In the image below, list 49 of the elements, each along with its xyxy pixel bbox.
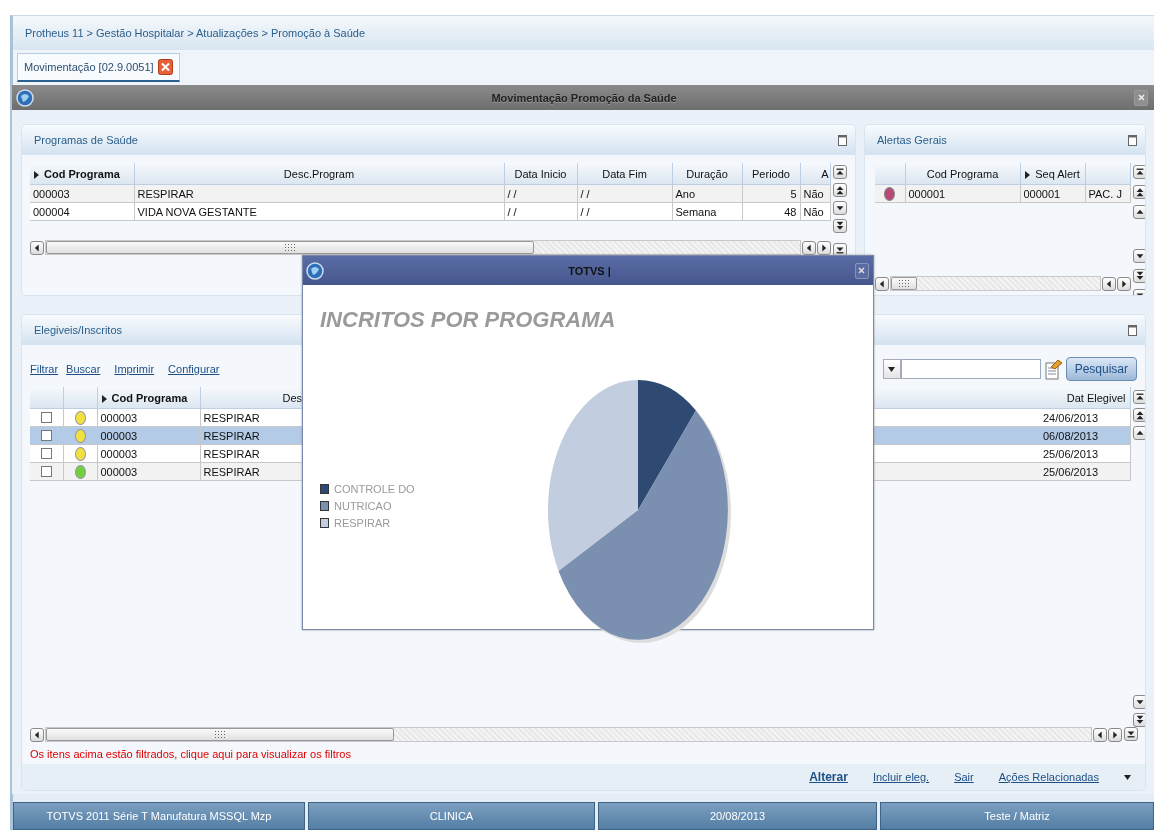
link[interactable]: Configurar <box>168 363 220 375</box>
table-cell: Semana <box>672 202 742 221</box>
column-header[interactable]: Data Inicio <box>504 163 577 185</box>
action-link[interactable]: Alterar <box>809 770 848 784</box>
column-header[interactable]: Duração <box>672 163 742 185</box>
filter-notice-link[interactable]: Os itens acima estão filtrados, clique aqui para visualizar os filtros <box>30 748 351 760</box>
column-header[interactable]: Periodo <box>742 163 800 185</box>
panel-title: Programas de Saúde <box>34 134 138 146</box>
column-header[interactable]: Des <box>200 387 302 409</box>
legend-label: CONTROLE DO <box>334 483 415 495</box>
chart-title: INCRITOS POR PROGRAMA <box>320 307 616 333</box>
table-cell: 48 <box>742 202 800 221</box>
tab[interactable]: Movimentação [02.9.0051] <box>17 53 180 82</box>
status-segment: Teste / Matriz <box>880 802 1154 830</box>
panel-title: Alertas Gerais <box>877 134 947 146</box>
table-cell: 000004 <box>30 202 134 221</box>
dialog-title: TOTVS | <box>568 264 611 277</box>
tab-label: Movimentação [02.9.0051] <box>24 61 154 73</box>
link[interactable]: Filtrar <box>30 363 59 375</box>
legend-label: NUTRICAO <box>334 500 392 512</box>
breadcrumb: Protheus 11 > Gestão Hospitalar > Atualizações > Promoção à Saúde <box>25 27 366 39</box>
action-link[interactable]: Ações Relacionadas <box>998 771 1099 783</box>
status-segment: CLINICA <box>308 802 595 830</box>
column-header[interactable]: Cod Programa <box>905 163 1020 185</box>
status-segment: TOTVS 2011 Série T Manufatura MSSQL Mzp <box>13 802 305 830</box>
status-segment: 20/08/2013 <box>598 802 877 830</box>
link[interactable]: Buscar <box>66 363 101 375</box>
table-cell[interactable]: 000003 <box>97 444 200 463</box>
table-cell: 25/06/2013 <box>1040 444 1130 463</box>
column-header[interactable]: Dat Elegivel <box>1040 387 1130 409</box>
window-title: Movimentação Promoção da Saúde <box>491 91 677 104</box>
search-button[interactable]: Pesquisar <box>1065 357 1137 381</box>
table-cell: 24/06/2013 <box>1040 408 1130 427</box>
column-header[interactable]: Cod Programa <box>97 387 200 409</box>
table-cell: / / <box>504 202 577 221</box>
legend-label: RESPIRAR <box>334 517 391 529</box>
link[interactable]: Imprimir <box>114 363 155 375</box>
column-header[interactable]: Desc.Program <box>134 163 504 185</box>
column-header[interactable]: A <box>800 163 830 185</box>
column-header[interactable]: Cod Programa <box>30 163 134 185</box>
action-link[interactable]: Incluir eleg. <box>872 771 930 783</box>
table-cell: / / <box>577 202 672 221</box>
table-cell: VIDA NOVA GESTANTE <box>134 202 504 221</box>
column-header[interactable]: Data Fim <box>577 163 672 185</box>
column-header[interactable]: Seq Alert <box>1020 163 1085 185</box>
table-cell[interactable]: 000003 <box>97 408 200 427</box>
panel-title: Elegiveis/Inscritos <box>34 324 123 336</box>
table-cell: Não <box>800 202 830 221</box>
action-link[interactable]: Sair <box>954 771 974 783</box>
